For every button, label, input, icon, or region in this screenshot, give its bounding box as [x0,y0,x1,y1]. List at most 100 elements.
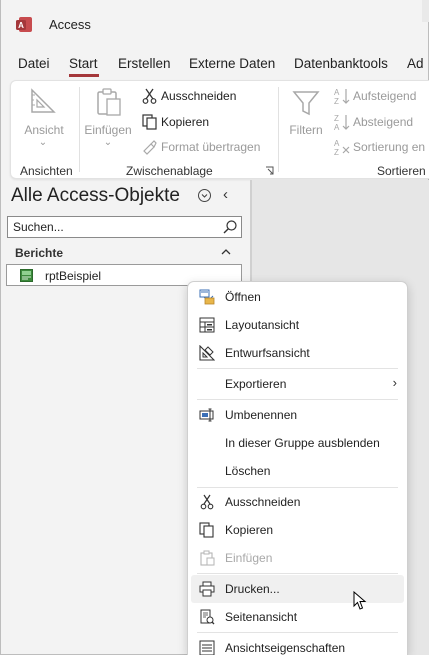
dialog-launcher-icon[interactable] [265,166,274,175]
properties-icon [199,640,215,655]
sort-ascending-icon: A Z [334,88,350,105]
access-logo-icon: A [16,17,32,32]
menu-item-label: In dieser Gruppe ausblenden [225,436,380,450]
remove-sort-icon: A Z [334,139,350,156]
menu-item-label: Ansichtseigenschaften [225,641,346,655]
cut-icon [200,494,214,510]
menu-item-oeffnen[interactable]: Öffnen [188,283,407,311]
menu-item-ansichtseigenschaften[interactable]: Ansichtseigenschaften [188,634,407,655]
menu-item-label: Löschen [225,464,271,478]
filtern-button[interactable]: Filtern [287,123,325,137]
tab-start[interactable]: Start [69,56,98,71]
print-icon [199,581,215,597]
ausschneiden-button[interactable]: Ausschneiden [161,89,236,103]
menu-item-drucken[interactable]: Drucken... [191,575,404,603]
menu-item-label: Umbenennen [225,408,298,422]
menu-item-label: Layoutansicht [225,318,300,332]
aufsteigend-button[interactable]: Aufsteigend [353,89,416,103]
window-edge [422,0,429,22]
menu-item-label: Seitenansicht [225,610,298,624]
svg-text:A: A [334,88,340,97]
svg-text:Z: Z [334,97,339,105]
menu-separator [197,399,398,400]
einfuegen-chevron-icon: ⌄ [103,137,113,148]
title-bar: A Access [1,0,428,50]
svg-text:A: A [18,21,24,30]
chevron-up-icon[interactable] [220,247,232,257]
mouse-pointer-icon [353,591,367,610]
group-zwischenablage: Zwischenablage [126,164,213,178]
access-window: A Access Datei Start Erstellen Externe D… [0,0,429,655]
menu-item-seitenansicht[interactable]: Seitenansicht [188,603,407,631]
menu-item-loeschen[interactable]: Löschen [188,457,407,485]
tab-externe-daten[interactable]: Externe Daten [189,56,275,71]
absteigend-button[interactable]: Absteigend [353,115,413,129]
tab-add-ins[interactable]: Ad [407,56,424,71]
filter-funnel-icon [292,91,320,116]
format-uebertragen-button[interactable]: Format übertragen [161,140,260,154]
tab-datei[interactable]: Datei [18,56,50,71]
menu-item-kopieren[interactable]: Kopieren [188,516,407,544]
design-view-icon [199,345,215,361]
app-title: Access [49,17,91,32]
menu-separator [197,573,398,574]
print-preview-icon [200,609,215,625]
group-sortieren: Sortieren [377,164,426,178]
menu-separator [197,368,398,369]
svg-text:Z: Z [334,148,339,156]
active-tab-indicator [69,74,99,77]
ribbon-separator [79,87,80,172]
ribbon-separator [278,87,279,172]
menu-item-ausschneiden[interactable]: Ausschneiden [188,488,407,516]
open-icon [199,289,215,305]
tab-datenbanktools[interactable]: Datenbanktools [294,56,388,71]
navpane-menu-chevron-icon[interactable] [198,189,211,202]
nav-item-label: rptBeispiel [45,269,102,283]
submenu-arrow-icon: › [392,375,397,390]
sort-descending-icon: Z A [334,114,350,131]
paste-clipboard-icon [97,88,121,116]
tab-erstellen[interactable]: Erstellen [118,56,171,71]
menu-item-entwurfsansicht[interactable]: Entwurfsansicht [188,339,407,367]
menu-item-label: Drucken... [225,582,280,596]
ansicht-button[interactable]: Ansicht [23,123,65,137]
menu-item-label: Entwurfsansicht [225,346,310,360]
einfuegen-button[interactable]: Einfügen [83,123,133,137]
menu-separator [197,632,398,633]
report-icon [20,269,33,282]
copy-icon [142,114,157,130]
menu-item-label: Öffnen [225,290,261,304]
navpane-title[interactable]: Alle Access-Objekte [11,185,180,207]
sortierung-entfernen-button[interactable]: Sortierung en [353,140,425,154]
ribbon-tabs: Datei Start Erstellen Externe Daten Date… [1,52,428,78]
scissors-icon [142,88,157,104]
layout-view-icon [199,317,215,333]
menu-item-label: Ausschneiden [225,495,301,509]
search-icon[interactable] [222,219,238,235]
kopieren-button[interactable]: Kopieren [161,115,209,129]
menu-item-einfuegen[interactable]: Einfügen [188,544,407,572]
navpane-collapse-icon[interactable]: ‹ [223,186,228,203]
copy-icon [199,522,214,538]
menu-item-in-dieser-gruppe-ausblenden[interactable]: In dieser Gruppe ausblenden [188,429,407,457]
menu-item-label: Kopieren [225,523,274,537]
menu-item-label: Exportieren [225,377,287,391]
rename-icon [199,408,214,422]
format-painter-icon [143,140,157,155]
menu-item-layoutansicht[interactable]: Layoutansicht [188,311,407,339]
search-placeholder: Suchen... [13,220,64,234]
search-input[interactable]: Suchen... [7,216,242,238]
menu-item-label: Einfügen [225,551,273,565]
ribbon: Ansicht ⌄ Ansichten Einfügen ⌄ Ausschnei… [10,80,429,179]
group-ansichten: Ansichten [20,164,73,178]
ruler-triangle-icon [31,88,56,113]
paste-icon [200,550,215,566]
svg-text:A: A [334,139,340,148]
svg-text:Z: Z [334,114,339,123]
menu-item-umbenennen[interactable]: Umbenennen [188,401,407,429]
group-berichte-header[interactable]: Berichte [15,246,63,260]
menu-item-exportieren[interactable]: Exportieren › [188,370,407,398]
context-menu: Öffnen Layoutansicht Entwurfsansicht Exp… [187,281,408,655]
ansicht-chevron-icon: ⌄ [38,137,48,148]
svg-text:A: A [334,123,340,131]
